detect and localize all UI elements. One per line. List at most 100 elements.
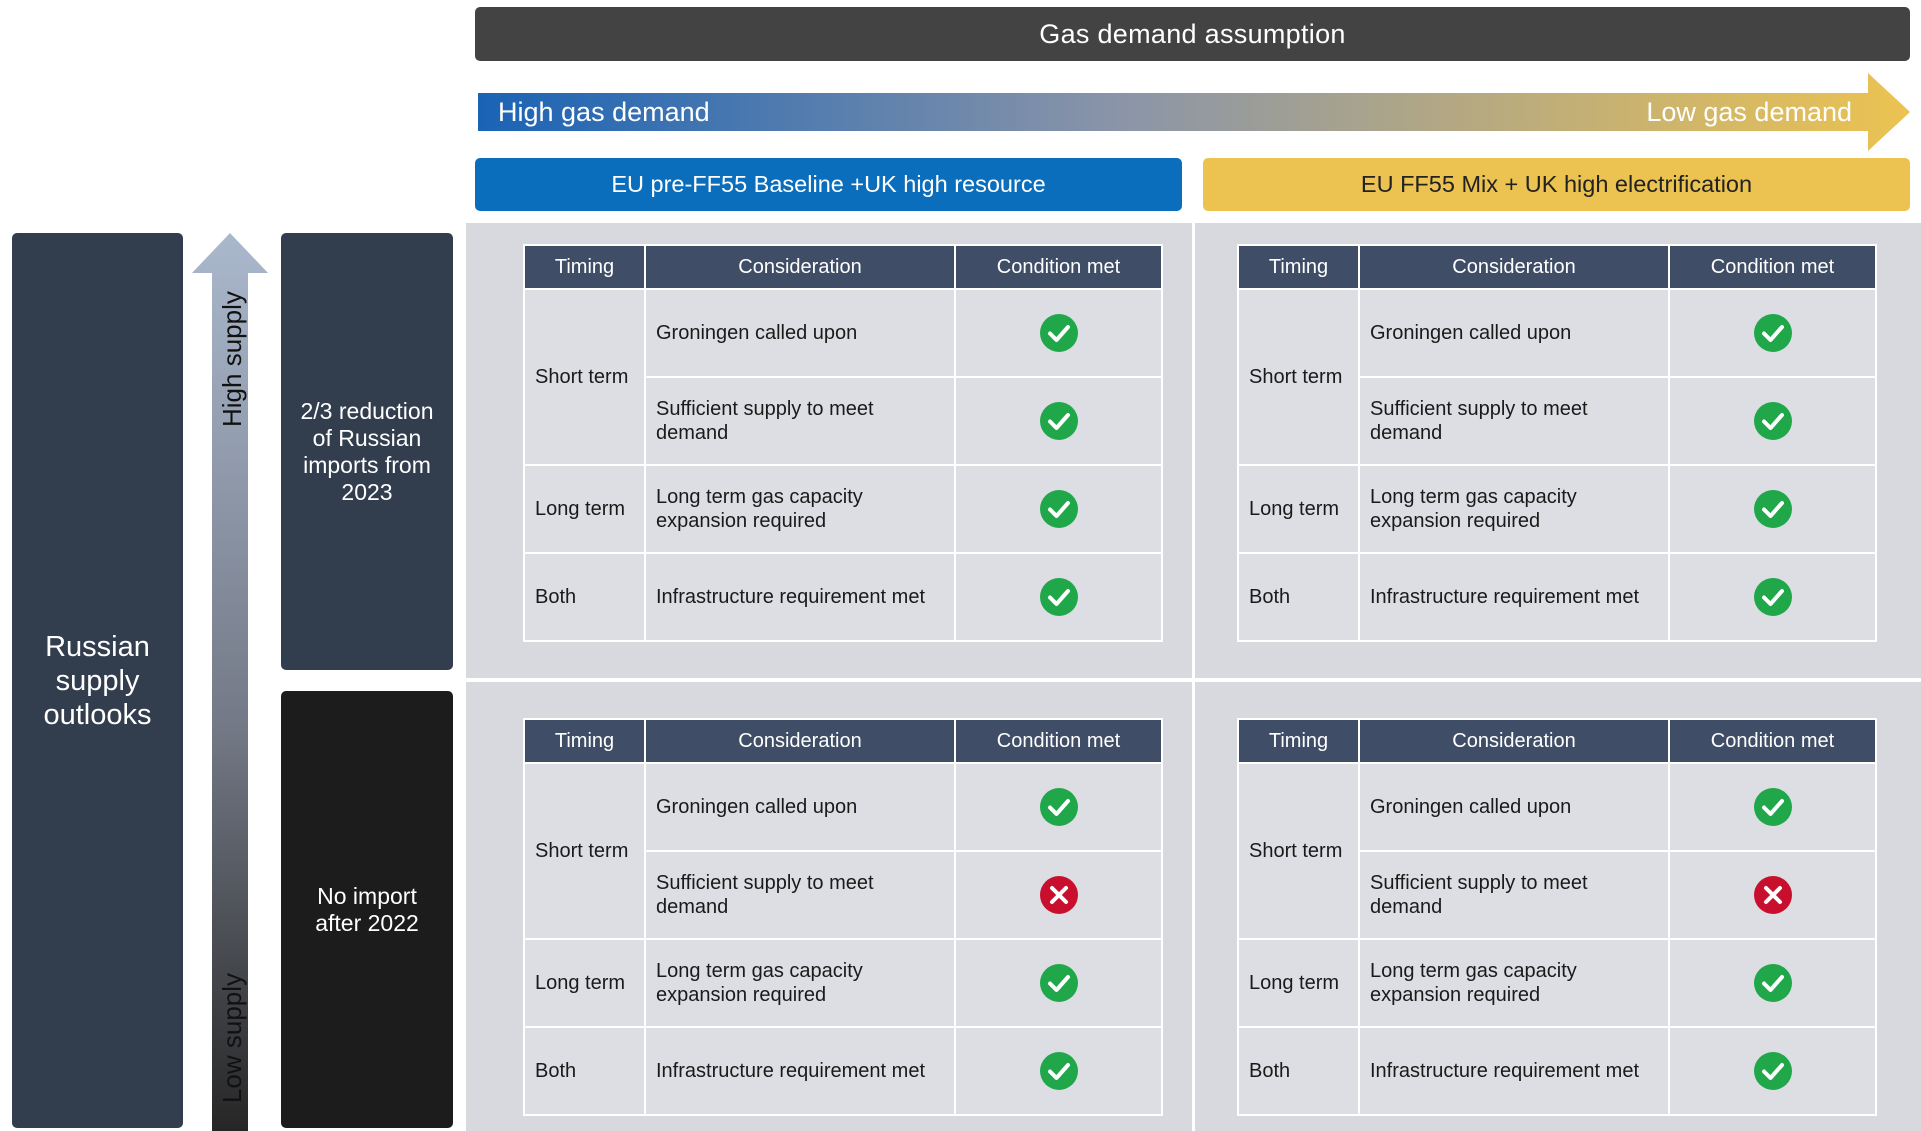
- high-gas-demand-label: High gas demand: [498, 96, 710, 127]
- timing-cell: Both: [1237, 552, 1360, 642]
- consideration-cell: Groningen called upon: [644, 762, 956, 852]
- table-row: Long term Long term gas capacity expansi…: [1237, 464, 1877, 554]
- header-condition-met: Condition met: [954, 244, 1163, 290]
- table-row: Short term Groningen called upon: [1237, 762, 1877, 940]
- header-consideration: Consideration: [1358, 718, 1670, 764]
- scenario-header-ff55: EU FF55 Mix + UK high electrification: [1203, 158, 1910, 211]
- table-row: Short term Groningen called upon: [523, 288, 1163, 466]
- condition-cell: [954, 762, 1163, 852]
- table-row: Short term Groningen called upon: [1237, 288, 1877, 466]
- condition-cell: [954, 288, 1163, 378]
- consideration-cell: Sufficient supply to meet demand: [644, 376, 956, 466]
- table-row: Both Infrastructure requirement met: [1237, 552, 1877, 642]
- timing-cell: Long term: [523, 464, 646, 554]
- timing-cell: Short term: [1237, 288, 1360, 466]
- condition-cell: [954, 850, 1163, 940]
- supply-row-reduction-box: 2/3 reduction of Russian imports from 20…: [281, 233, 453, 670]
- consideration-cell: Infrastructure requirement met: [644, 552, 956, 642]
- condition-table-top-right: Timing Consideration Condition met Short…: [1237, 244, 1877, 642]
- timing-cell: Short term: [523, 288, 646, 466]
- check-icon: [1753, 577, 1793, 617]
- consideration-cell: Groningen called upon: [1358, 288, 1670, 378]
- scenario-header-baseline: EU pre-FF55 Baseline +UK high resource: [475, 158, 1182, 211]
- condition-cell: [1668, 376, 1877, 466]
- scenario-ff55-label: EU FF55 Mix + UK high electrification: [1360, 171, 1753, 197]
- condition-cell: [954, 938, 1163, 1028]
- table-row: Short term Groningen called upon: [523, 762, 1163, 940]
- header-consideration: Consideration: [644, 718, 956, 764]
- header-condition-met: Condition met: [1668, 244, 1877, 290]
- check-icon: [1039, 787, 1079, 827]
- consideration-cell: Groningen called upon: [1358, 762, 1670, 852]
- timing-cell: Both: [523, 1026, 646, 1116]
- table-header-row: Timing Consideration Condition met: [523, 718, 1163, 764]
- timing-cell: Long term: [1237, 464, 1360, 554]
- condition-cell: [954, 552, 1163, 642]
- cross-icon: [1039, 875, 1079, 915]
- consideration-cell: Long term gas capacity expansion require…: [1358, 464, 1670, 554]
- gas-demand-title: Gas demand assumption: [1039, 18, 1346, 49]
- table-header-row: Timing Consideration Condition met: [523, 244, 1163, 290]
- timing-cell: Both: [1237, 1026, 1360, 1116]
- consideration-cell: Sufficient supply to meet demand: [1358, 376, 1670, 466]
- table-row: Long term Long term gas capacity expansi…: [523, 464, 1163, 554]
- condition-cell: [1668, 552, 1877, 642]
- condition-cell: [1668, 850, 1877, 940]
- consideration-cell: Long term gas capacity expansion require…: [644, 938, 956, 1028]
- header-timing: Timing: [1237, 718, 1360, 764]
- header-consideration: Consideration: [644, 244, 956, 290]
- header-condition-met: Condition met: [954, 718, 1163, 764]
- header-timing: Timing: [523, 244, 646, 290]
- condition-table-bottom-right: Timing Consideration Condition met Short…: [1237, 718, 1877, 1116]
- check-icon: [1039, 489, 1079, 529]
- header-timing: Timing: [1237, 244, 1360, 290]
- supply-row-no-import-box: No import after 2022: [281, 691, 453, 1128]
- check-icon: [1753, 787, 1793, 827]
- table-row: Both Infrastructure requirement met: [523, 1026, 1163, 1116]
- table-header-row: Timing Consideration Condition met: [1237, 718, 1877, 764]
- check-icon: [1039, 1051, 1079, 1091]
- condition-cell: [1668, 762, 1877, 852]
- header-timing: Timing: [523, 718, 646, 764]
- table-header-row: Timing Consideration Condition met: [1237, 244, 1877, 290]
- condition-cell: [1668, 464, 1877, 554]
- condition-cell: [954, 1026, 1163, 1116]
- consideration-cell: Infrastructure requirement met: [1358, 1026, 1670, 1116]
- timing-cell: Both: [523, 552, 646, 642]
- condition-cell: [954, 464, 1163, 554]
- condition-cell: [954, 376, 1163, 466]
- table-row: Both Infrastructure requirement met: [1237, 1026, 1877, 1116]
- low-supply-label: Low supply: [217, 972, 247, 1104]
- header-condition-met: Condition met: [1668, 718, 1877, 764]
- low-gas-demand-label: Low gas demand: [1646, 96, 1852, 127]
- timing-cell: Short term: [1237, 762, 1360, 940]
- table-row: Long term Long term gas capacity expansi…: [1237, 938, 1877, 1028]
- timing-cell: Long term: [523, 938, 646, 1028]
- cross-icon: [1753, 875, 1793, 915]
- table-row: Both Infrastructure requirement met: [523, 552, 1163, 642]
- russian-supply-outlooks-box: Russian supply outlooks: [12, 233, 183, 1128]
- consideration-cell: Infrastructure requirement met: [1358, 552, 1670, 642]
- check-icon: [1753, 401, 1793, 441]
- gas-demand-header: Gas demand assumption: [475, 7, 1910, 61]
- timing-cell: Short term: [523, 762, 646, 940]
- condition-cell: [1668, 1026, 1877, 1116]
- timing-cell: Long term: [1237, 938, 1360, 1028]
- consideration-cell: Long term gas capacity expansion require…: [644, 464, 956, 554]
- condition-cell: [1668, 938, 1877, 1028]
- check-icon: [1039, 401, 1079, 441]
- check-icon: [1753, 1051, 1793, 1091]
- check-icon: [1753, 313, 1793, 353]
- check-icon: [1753, 489, 1793, 529]
- high-supply-label: High supply: [217, 291, 247, 427]
- demand-gradient-arrow: High gas demand Low gas demand: [478, 73, 1910, 151]
- russian-supply-title: Russian supply outlooks: [43, 630, 152, 731]
- header-consideration: Consideration: [1358, 244, 1670, 290]
- consideration-cell: Groningen called upon: [644, 288, 956, 378]
- check-icon: [1753, 963, 1793, 1003]
- scenario-baseline-label: EU pre-FF55 Baseline +UK high resource: [611, 171, 1046, 197]
- table-row: Long term Long term gas capacity expansi…: [523, 938, 1163, 1028]
- condition-table-top-left: Timing Consideration Condition met Short…: [523, 244, 1163, 642]
- check-icon: [1039, 313, 1079, 353]
- supply-row-reduction-label: 2/3 reduction of Russian imports from 20…: [300, 397, 434, 505]
